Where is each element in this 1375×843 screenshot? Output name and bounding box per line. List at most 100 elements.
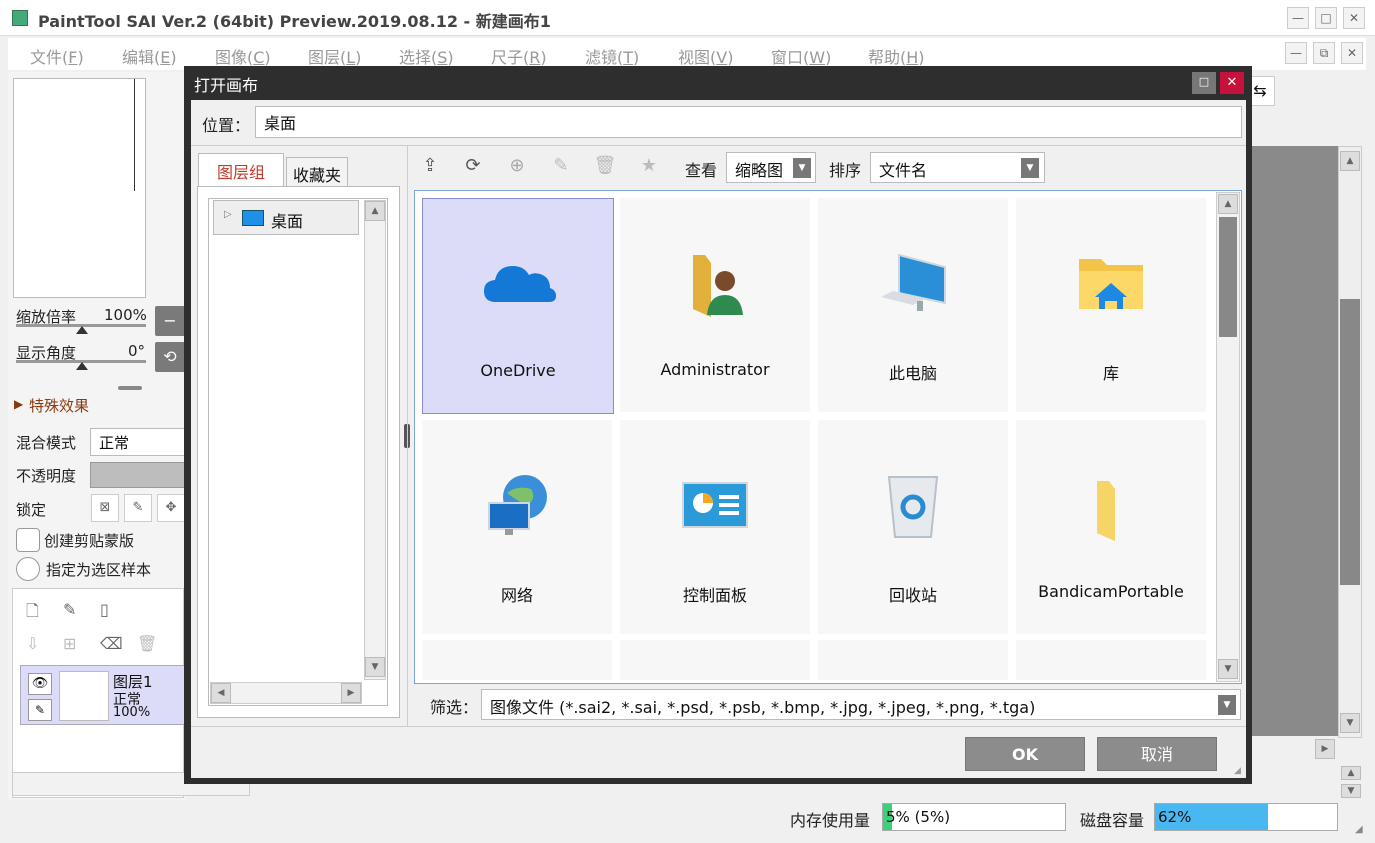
- grid-item-onedrive[interactable]: OneDrive: [422, 198, 614, 414]
- effects-expand-icon[interactable]: ▶: [14, 397, 23, 411]
- doc-minimize-button[interactable]: —: [1285, 42, 1307, 64]
- dialog-maximize-button[interactable]: □: [1192, 72, 1216, 94]
- merge-visible-icon[interactable]: ⊞: [63, 634, 76, 653]
- grid-item-library[interactable]: 库: [1016, 198, 1206, 412]
- grid-vscrollbar[interactable]: ▲ ▼: [1216, 192, 1240, 682]
- delete-layer-icon[interactable]: 🗑: [137, 634, 157, 653]
- menu-item[interactable]: 选择(S): [399, 44, 454, 68]
- grid-item-control-panel[interactable]: 控制面板: [620, 420, 810, 634]
- grid-item-partial[interactable]: [620, 640, 810, 680]
- angle-slider-thumb[interactable]: [76, 362, 88, 370]
- resize-grip-icon[interactable]: ◢: [1355, 824, 1363, 835]
- tree-scroll-up-icon[interactable]: ▲: [365, 201, 385, 221]
- grid-item-network[interactable]: 网络: [422, 420, 612, 634]
- merge-down-icon[interactable]: ⇩: [26, 634, 39, 653]
- zoom-reset-button[interactable]: −: [155, 306, 185, 336]
- layer-row[interactable]: 👁 ✎ 图层1 正常 100%: [20, 665, 188, 725]
- menu-item[interactable]: 编辑(E): [122, 44, 177, 68]
- grid-item-recycle-bin[interactable]: 回收站: [818, 420, 1008, 634]
- selection-source-radio[interactable]: [16, 557, 40, 581]
- location-field[interactable]: 桌面: [255, 106, 1242, 138]
- view-mode-select[interactable]: 缩略图 ▼: [726, 152, 816, 183]
- menu-item[interactable]: 窗口(W): [771, 44, 831, 68]
- expand-arrow-icon[interactable]: ▷: [224, 209, 232, 220]
- dropdown-arrow-icon[interactable]: ▼: [1021, 158, 1039, 178]
- panel-scroll-down-icon[interactable]: ▼: [1341, 784, 1361, 798]
- grid-item-label: 回收站: [888, 586, 937, 605]
- dialog-resize-grip-icon[interactable]: ◢: [1234, 766, 1241, 776]
- cloud-icon: [484, 266, 556, 302]
- menu-item[interactable]: 帮助(H): [868, 44, 925, 68]
- menu-item[interactable]: 图像(C): [215, 44, 271, 68]
- dropdown-arrow-icon[interactable]: ▼: [793, 158, 811, 178]
- favorite-star-icon[interactable]: ★: [631, 152, 667, 180]
- scroll-down-icon[interactable]: ▼: [1340, 713, 1360, 733]
- tree-hscrollbar[interactable]: ◀ ▶: [210, 682, 362, 704]
- tree-scroll-right-icon[interactable]: ▶: [341, 683, 361, 703]
- new-folder-icon[interactable]: ⊕: [499, 152, 535, 180]
- menu-item[interactable]: 图层(L): [308, 44, 361, 68]
- panel-scroll-up-icon[interactable]: ▲: [1341, 766, 1361, 780]
- sort-select[interactable]: 文件名 ▼: [870, 152, 1045, 183]
- canvas-vscrollbar[interactable]: ▲ ▼: [1338, 146, 1362, 738]
- grid-item-partial[interactable]: [422, 640, 612, 680]
- canvas-area[interactable]: [1250, 146, 1338, 736]
- menu-item[interactable]: 视图(V): [678, 44, 733, 68]
- angle-reset-button[interactable]: ⟲: [155, 342, 185, 372]
- grid-item-bandicamportable[interactable]: BandicamPortable: [1016, 420, 1206, 634]
- refresh-icon[interactable]: ⟳: [455, 152, 491, 180]
- clipping-mask-checkbox[interactable]: [16, 528, 40, 552]
- tree-scroll-down-icon[interactable]: ▼: [365, 657, 385, 677]
- rename-icon[interactable]: ✎: [543, 152, 579, 180]
- new-layer-icon[interactable]: 🗋: [26, 600, 39, 627]
- grid-scroll-up-icon[interactable]: ▲: [1218, 194, 1238, 214]
- menu-item[interactable]: 滤镜(T): [585, 44, 639, 68]
- lock-paint-icon[interactable]: ✎: [124, 494, 152, 522]
- menu-item[interactable]: 尺子(R): [491, 44, 547, 68]
- doc-close-button[interactable]: ✕: [1341, 42, 1363, 64]
- minimize-button[interactable]: —: [1287, 7, 1309, 29]
- visibility-eye-icon[interactable]: 👁: [28, 673, 52, 695]
- scroll-thumb[interactable]: [1340, 299, 1360, 585]
- tab-favorites[interactable]: 收藏夹: [286, 157, 349, 189]
- filter-select[interactable]: 图像文件 (*.sai2, *.sai, *.psd, *.psb, *.bmp…: [481, 689, 1241, 720]
- grid-item-administrator[interactable]: Administrator: [620, 198, 810, 412]
- delete-icon[interactable]: 🗑: [587, 152, 623, 180]
- blend-mode-select[interactable]: 正常: [90, 428, 186, 456]
- tree-vscrollbar[interactable]: ▲ ▼: [364, 200, 386, 680]
- layer-opacity: 100%: [113, 705, 151, 720]
- clear-layer-icon[interactable]: ⌫: [100, 634, 123, 653]
- tree-scroll-left-icon[interactable]: ◀: [211, 683, 231, 703]
- effects-label[interactable]: 特殊效果: [29, 395, 89, 416]
- new-linework-layer-icon[interactable]: ✎: [63, 600, 76, 619]
- tree-item-desktop[interactable]: ▷ 桌面: [213, 200, 359, 235]
- grid-item-partial[interactable]: [1016, 640, 1206, 680]
- ok-button[interactable]: OK: [965, 737, 1085, 771]
- grid-scroll-down-icon[interactable]: ▼: [1218, 659, 1238, 679]
- network-globe-icon: [488, 475, 547, 535]
- navigator-preview[interactable]: [13, 78, 146, 298]
- lock-move-icon[interactable]: ✥: [157, 494, 185, 522]
- close-button[interactable]: ✕: [1343, 7, 1365, 29]
- grid-item-label: 库: [1102, 364, 1119, 383]
- lock-transparency-icon[interactable]: ⊠: [91, 494, 119, 522]
- grid-item-partial[interactable]: [818, 640, 1008, 680]
- grid-scroll-thumb[interactable]: [1219, 217, 1237, 337]
- scroll-up-icon[interactable]: ▲: [1340, 151, 1360, 171]
- new-layer-folder-icon[interactable]: ▯: [100, 600, 109, 619]
- canvas-scroll-right-icon[interactable]: ▶: [1315, 739, 1335, 759]
- grid-item-this-pc[interactable]: 此电脑: [818, 198, 1008, 412]
- opacity-slider[interactable]: [90, 462, 186, 488]
- parent-folder-icon[interactable]: ⇪: [412, 152, 448, 180]
- menu-item[interactable]: 文件(F): [30, 44, 84, 68]
- cancel-button[interactable]: 取消: [1097, 737, 1217, 771]
- dropdown-arrow-icon[interactable]: ▼: [1218, 695, 1236, 715]
- maximize-button[interactable]: □: [1315, 7, 1337, 29]
- doc-restore-button[interactable]: ⧉: [1313, 42, 1335, 64]
- tab-layer-group[interactable]: 图层组: [198, 153, 285, 187]
- splitter-handle[interactable]: [118, 386, 142, 390]
- app-icon: [12, 10, 28, 26]
- layer-edit-icon[interactable]: ✎: [28, 699, 52, 721]
- zoom-slider-thumb[interactable]: [76, 326, 88, 334]
- dialog-close-button[interactable]: ✕: [1220, 72, 1244, 94]
